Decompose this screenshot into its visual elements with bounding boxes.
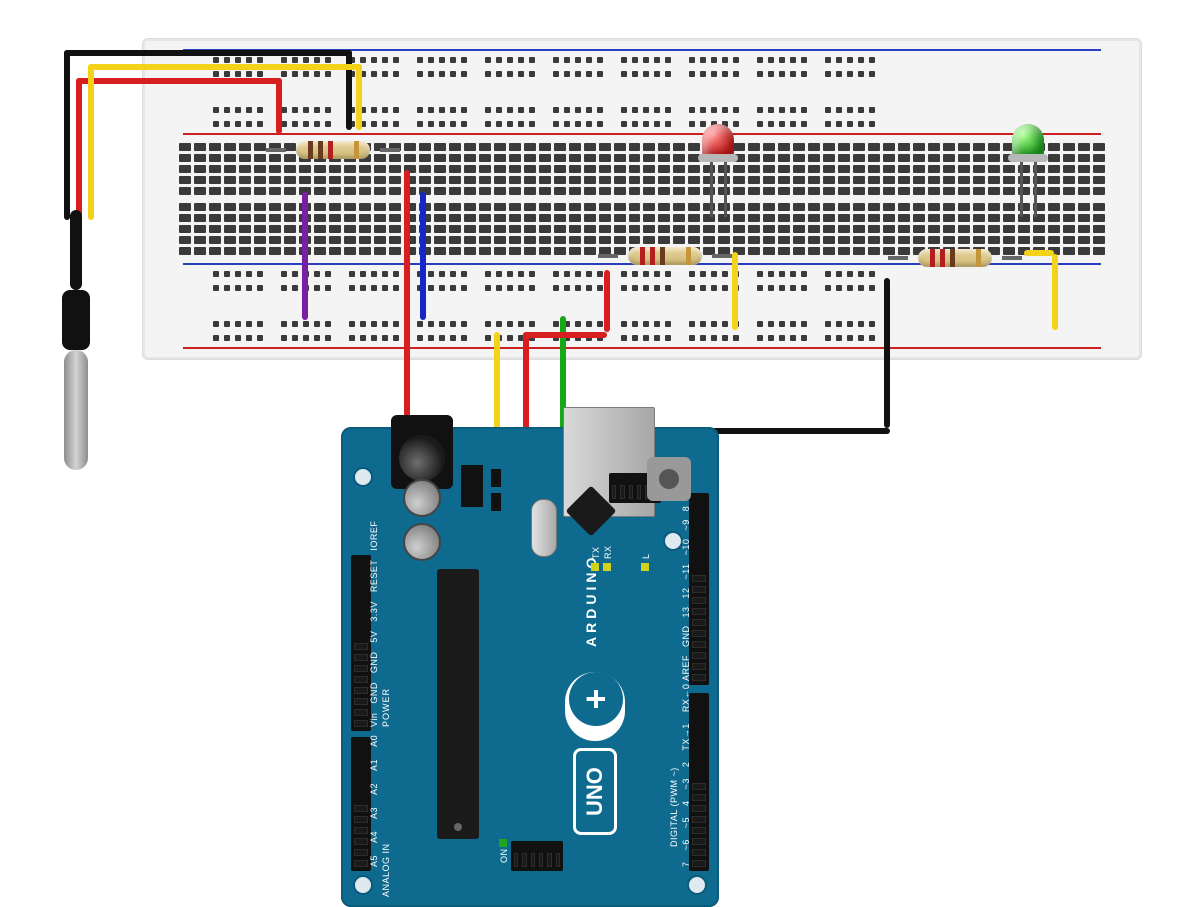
pin-label-A4: A4 (369, 831, 379, 843)
pin-label-4: 4 (681, 800, 691, 806)
probe-wire-black-drop (346, 50, 352, 130)
analog-header (351, 737, 371, 871)
breadboard: // populated after DOM (142, 38, 1142, 360)
capacitor-2 (403, 479, 441, 517)
probe-wire-red-drop (276, 78, 282, 134)
pin-label-RX0: RX←0 (681, 684, 691, 713)
rail-top-2 (173, 95, 1111, 139)
pin-label-A1: A1 (369, 759, 379, 771)
uno-label: UNO (573, 748, 617, 835)
pin-label-13: 13 (681, 606, 691, 617)
tx-led-label: TX (591, 546, 601, 559)
ds18b20-probe (56, 210, 96, 430)
pin-label-GND: GND (681, 625, 691, 647)
crystal-oscillator (531, 499, 557, 557)
pin-label-5: ~5 (681, 817, 691, 828)
pin-label-TX1: TX→1 (681, 723, 691, 751)
pin-label-11: ~11 (681, 563, 691, 579)
pin-label-6: ~6 (681, 839, 691, 850)
wire-red-led-gnd (732, 252, 738, 330)
arduino-uno: ANALOG IN POWER DIGITAL (PWM ~) A5 A4 A3 A2… (341, 427, 719, 907)
pin-label-8: 8 (681, 506, 691, 512)
probe-wire-red-h (76, 78, 282, 84)
reset-button[interactable] (647, 457, 691, 501)
pin-label-IOREF: IOREF (369, 521, 379, 551)
probe-wire-red-v (76, 78, 82, 220)
power-header (351, 555, 371, 731)
led-green (1008, 124, 1048, 184)
pin-label-7: 7 (681, 861, 691, 867)
on-led-label: ON (499, 849, 509, 864)
pin-label-A2: A2 (369, 783, 379, 795)
pin-label-10: ~10 (681, 539, 691, 556)
resistor-red-led (610, 244, 720, 268)
rail-bot-2 (173, 309, 1111, 353)
pin-label-Vin: Vin (369, 713, 379, 727)
digital-header-left (689, 693, 709, 871)
wire-red-led-to-rail (604, 270, 610, 332)
icsp-header (511, 841, 563, 871)
l-led-label: L (641, 553, 651, 559)
atmega328p (437, 569, 479, 839)
pin-label-2: 2 (681, 762, 691, 768)
capacitor-1 (403, 523, 441, 561)
power-barrel-jack (391, 415, 453, 489)
probe-wire-yellow-h (88, 64, 362, 70)
rx-led-label: RX (603, 545, 613, 559)
pin-label-3: ~3 (681, 778, 691, 789)
digital-header-right (689, 493, 709, 685)
led-red (698, 124, 738, 184)
wire-green-led-gnd-h (1024, 250, 1054, 256)
wire-d12-v1 (884, 278, 890, 428)
pin-label-5V: 5V (369, 631, 379, 643)
probe-wire-yellow-drop (356, 64, 362, 130)
pin-label-RESET: RESET (369, 560, 379, 593)
pin-label-12: 12 (681, 587, 691, 598)
wire-green-led-gnd-v (1052, 254, 1058, 330)
probe-wire-black-v (64, 50, 70, 220)
resistor-pullup (278, 138, 388, 162)
digital-label: DIGITAL (PWM ~) (669, 767, 679, 847)
pin-label-GND: GND (369, 652, 379, 674)
power-label: POWER (381, 688, 391, 727)
pin-label-A5: A5 (369, 855, 379, 867)
pin-label-GND: GND (369, 682, 379, 704)
pin-label-9: ~9 (681, 519, 691, 530)
resistor-green-led (900, 246, 1010, 270)
jumper-purple (302, 192, 308, 320)
probe-wire-yellow-v (88, 64, 94, 220)
probe-wire-black-h (64, 50, 352, 56)
jumper-blue (420, 192, 426, 320)
pin-label-33V: 3.3V (369, 601, 379, 622)
analog-in-label: ANALOG IN (381, 843, 391, 897)
circuit-diagram: // populated after DOM (0, 0, 1200, 892)
pin-label-AREF: AREF (681, 655, 691, 681)
pin-label-A0: A0 (369, 735, 379, 747)
pin-label-A3: A3 (369, 807, 379, 819)
wire-d11-h (523, 332, 607, 338)
